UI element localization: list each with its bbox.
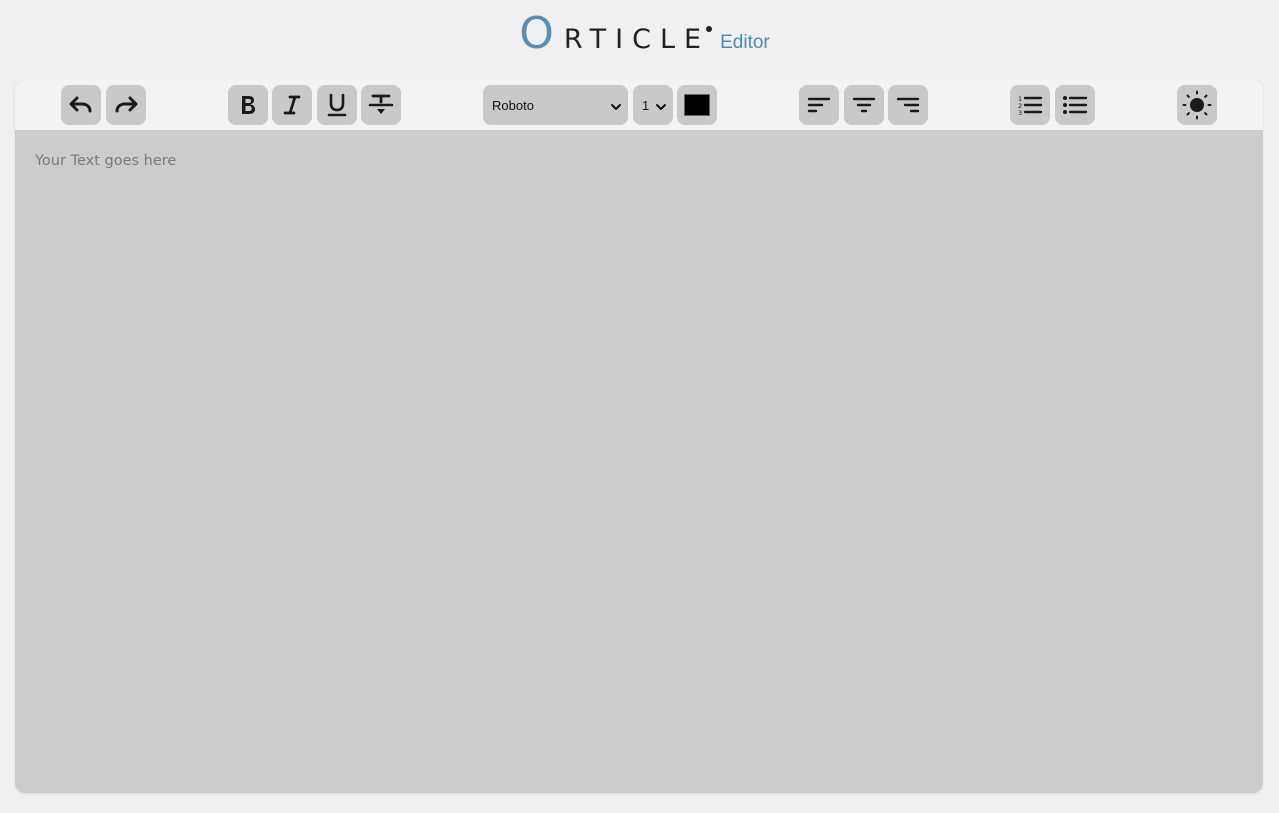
font-family-value: Roboto (492, 97, 534, 113)
undo-icon (68, 95, 94, 115)
logo-subtitle: Editor (720, 32, 770, 53)
strikethrough-button[interactable] (361, 85, 401, 125)
align-center-icon (852, 96, 876, 114)
theme-toggle-button[interactable] (1177, 85, 1217, 125)
chevron-down-icon (610, 100, 622, 115)
font-family-select[interactable]: Roboto (483, 85, 628, 125)
text-editor-area[interactable]: Your Text goes here (15, 130, 1263, 793)
svg-text:3: 3 (1018, 109, 1022, 116)
font-size-value: 1 (642, 97, 650, 113)
editor-panel: Roboto 1 1 2 3 Your Text goes here (15, 80, 1263, 793)
align-center-button[interactable] (844, 85, 884, 125)
italic-button[interactable] (272, 85, 312, 125)
logo-wordmark: RTICLE (563, 24, 711, 55)
font-color-picker[interactable] (677, 85, 717, 125)
unordered-list-button[interactable] (1055, 85, 1095, 125)
logo: O RTICLE Editor (519, 12, 770, 56)
chevron-down-icon (655, 100, 667, 115)
undo-button[interactable] (61, 85, 101, 125)
italic-icon (282, 94, 302, 116)
ordered-list-icon: 1 2 3 (1017, 94, 1043, 116)
bold-button[interactable] (228, 85, 268, 125)
color-swatch (684, 94, 710, 116)
align-right-button[interactable] (888, 85, 928, 125)
redo-icon (113, 95, 139, 115)
font-size-select[interactable]: 1 (633, 85, 673, 125)
logo-initial: O (519, 8, 554, 59)
header: O RTICLE Editor (0, 0, 1279, 78)
strikethrough-icon (368, 93, 394, 117)
unordered-list-icon (1062, 94, 1088, 116)
redo-button[interactable] (106, 85, 146, 125)
bold-icon (238, 94, 258, 116)
logo-dot (706, 26, 713, 32)
ordered-list-button[interactable]: 1 2 3 (1010, 85, 1050, 125)
underline-button[interactable] (317, 85, 357, 125)
align-right-icon (896, 96, 920, 114)
sun-icon (1182, 90, 1212, 120)
editor-placeholder: Your Text goes here (35, 153, 177, 169)
underline-icon (327, 93, 347, 117)
toolbar: Roboto 1 1 2 3 (15, 80, 1263, 130)
align-left-button[interactable] (799, 85, 839, 125)
align-left-icon (807, 96, 831, 114)
